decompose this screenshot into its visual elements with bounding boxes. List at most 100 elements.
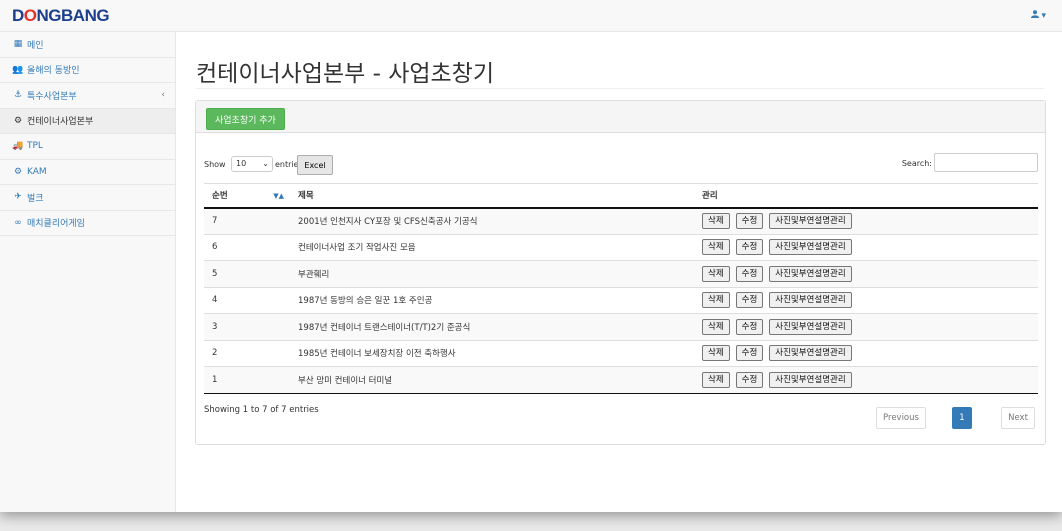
manage-photos-button[interactable]: 사진및부연설명관리 [769,239,852,256]
edit-button[interactable]: 수정 [735,213,764,229]
search-label: Search: [901,159,932,168]
truck-icon: 🚚 [12,141,24,152]
sidebar-item-label: 특수사업본부 [27,91,77,102]
edit-button[interactable]: 수정 [735,265,764,282]
delete-button[interactable]: 삭제 [702,292,730,309]
row-title: 부관훼리 [290,260,694,287]
column-header-no[interactable]: 순번 ▼▲ [204,183,290,209]
sidebar-item-label: 컨테이너사업본부 [27,117,94,128]
row-actions: 삭제 수정 사진및부연설명관리 [694,286,1038,314]
logo-text-o: O [23,6,37,25]
row-title: 1985년 컨테이너 보세장치장 이전 축하행사 [290,339,694,367]
delete-button[interactable]: 삭제 [702,345,730,362]
sidebar-item-2[interactable]: 👥 올해의 동방인 [0,58,175,83]
row-actions: 삭제 수정 사진및부연설명관리 [694,366,1038,394]
excel-export-button[interactable]: Excel [297,155,333,175]
sidebar-item-6[interactable]: ⚙ KAM [0,160,175,185]
sidebar-item-1[interactable]: ▦ 메인 [0,32,175,58]
column-header-label: 관리 [702,191,718,202]
page-1-button[interactable]: 1 [952,407,972,429]
table-row: 4 1987년 동방의 승은 일꾼 1호 주인공 삭제 수정 사진및부연설명관리 [204,286,1038,314]
user-menu-dropdown[interactable]: ▾ [1030,10,1046,21]
row-actions: 삭제 수정 사진및부연설명관리 [694,339,1038,367]
top-navbar: DONGBANG ▾ [0,0,1062,32]
previous-page-button[interactable]: Previous [876,407,926,429]
page-title: 컨테이너사업본부 - 사업초창기 [196,61,495,87]
row-number: 4 [204,286,290,314]
delete-button[interactable]: 삭제 [702,318,730,335]
table-row: 6 컨테이너사업 조기 작업사진 모음 삭제 수정 사진및부연설명관리 [204,233,1038,261]
manage-photos-button[interactable]: 사진및부연설명관리 [769,265,852,282]
cogs-icon: ⚙ [13,166,23,177]
manage-photos-button[interactable]: 사진및부연설명관리 [769,371,852,388]
column-header-label: 순번 [212,191,228,202]
column-header-manage: 관리 [694,183,1038,209]
sidebar-item-8[interactable]: ∞ 매치클리어게임 [0,211,175,236]
sidebar: ▦ 메인 👥 올해의 동방인 ⚓ 특수사업본부 ‹ ⚙ 컨테이너사업본부 🚚 TPL ⚙ KAM ✈ 벌크 ∞… [0,32,176,512]
delete-button[interactable]: 삭제 [702,265,730,282]
cogs-icon: ⚙ [13,115,23,126]
manage-photos-button[interactable]: 사진및부연설명관리 [769,345,852,362]
row-actions: 삭제 수정 사진및부연설명관리 [694,260,1038,287]
delete-button[interactable]: 삭제 [702,239,730,256]
row-title: 1987년 동방의 승은 일꾼 1호 주인공 [290,286,694,314]
sidebar-item-label: TPL [27,141,43,152]
edit-button[interactable]: 수정 [735,318,764,335]
row-number: 1 [204,366,290,394]
show-label: Show [204,160,226,169]
search-input[interactable] [934,153,1038,172]
sidebar-item-3[interactable]: ⚓ 특수사업본부 ‹ [0,83,175,109]
sidebar-item-7[interactable]: ✈ 벌크 [0,185,175,211]
data-table: 순번 ▼▲ 제목 관리 7 2001년 인천지사 CY포장 및 CFS신축공사 기공… [204,183,1038,394]
next-page-button[interactable]: Next [1001,407,1035,429]
edit-button[interactable]: 수정 [735,239,764,256]
column-header-title[interactable]: 제목 [290,183,694,209]
sidebar-item-label: 벌크 [27,193,44,204]
manage-photos-button[interactable]: 사진및부연설명관리 [769,213,852,229]
app-window: DONGBANG ▾ ▦ 메인 👥 올해의 동방인 ⚓ 특수사업본부 ‹ ⚙ 컨테이너사업본부 🚚… [0,0,1062,512]
sidebar-item-label: 올해의 동방인 [27,66,80,77]
column-header-label: 제목 [298,191,314,202]
row-number: 6 [204,233,290,261]
table-header-row: 순번 ▼▲ 제목 관리 [204,183,1038,209]
table-row: 3 1987년 컨테이너 트랜스테이너(T/T)2기 준공식 삭제 수정 사진및부연설명… [204,313,1038,340]
edit-button[interactable]: 수정 [735,292,764,309]
row-title: 컨테이너사업 조기 작업사진 모음 [290,233,694,261]
row-number: 3 [204,313,290,340]
row-number: 7 [204,207,290,234]
row-actions: 삭제 수정 사진및부연설명관리 [694,233,1038,261]
edit-button[interactable]: 수정 [735,371,764,388]
sidebar-item-5[interactable]: 🚚 TPL [0,134,175,160]
row-number: 2 [204,339,290,367]
grid-icon: ▦ [13,39,23,50]
page-length-value: 10 [236,159,247,168]
table-row: 7 2001년 인천지사 CY포장 및 CFS신축공사 기공식 삭제 수정 사진및부연설… [204,207,1038,234]
table-row: 2 1985년 컨테이너 보세장치장 이전 축하행사 삭제 수정 사진및부연설명관리 [204,339,1038,367]
sidebar-item-4[interactable]: ⚙ 컨테이너사업본부 [0,108,175,134]
chevron-down-icon: ⌄ [262,159,269,168]
chevron-down-icon: ▾ [1041,11,1046,21]
title-divider [196,88,1044,89]
row-title: 부산 망미 컨테이너 터미널 [290,366,694,394]
row-title: 1987년 컨테이너 트랜스테이너(T/T)2기 준공식 [290,313,694,340]
users-icon: 👥 [12,64,24,75]
chevron-left-icon: ‹ [161,90,165,100]
row-number: 5 [204,260,290,287]
delete-button[interactable]: 삭제 [702,371,730,388]
anchor-icon: ⚓ [13,90,23,101]
page-length-select[interactable]: 10 ⌄ [231,156,273,172]
edit-button[interactable]: 수정 [735,345,764,362]
manage-photos-button[interactable]: 사진및부연설명관리 [769,318,852,335]
row-actions: 삭제 수정 사진및부연설명관리 [694,207,1038,234]
link-icon: ∞ [14,217,22,228]
sidebar-item-label: 매치클리어게임 [27,219,85,230]
plane-icon: ✈ [14,192,22,203]
manage-photos-button[interactable]: 사진및부연설명관리 [769,292,852,309]
logo-text-rest: NGBANG [36,6,110,25]
row-title: 2001년 인천지사 CY포장 및 CFS신축공사 기공식 [290,207,694,234]
add-item-button[interactable]: 사업초창기 추가 [206,108,285,130]
dongbang-logo[interactable]: DONGBANG [12,6,110,26]
delete-button[interactable]: 삭제 [702,213,730,229]
panel-heading: 사업초창기 추가 [196,101,1045,133]
sidebar-item-label: 메인 [27,40,44,51]
